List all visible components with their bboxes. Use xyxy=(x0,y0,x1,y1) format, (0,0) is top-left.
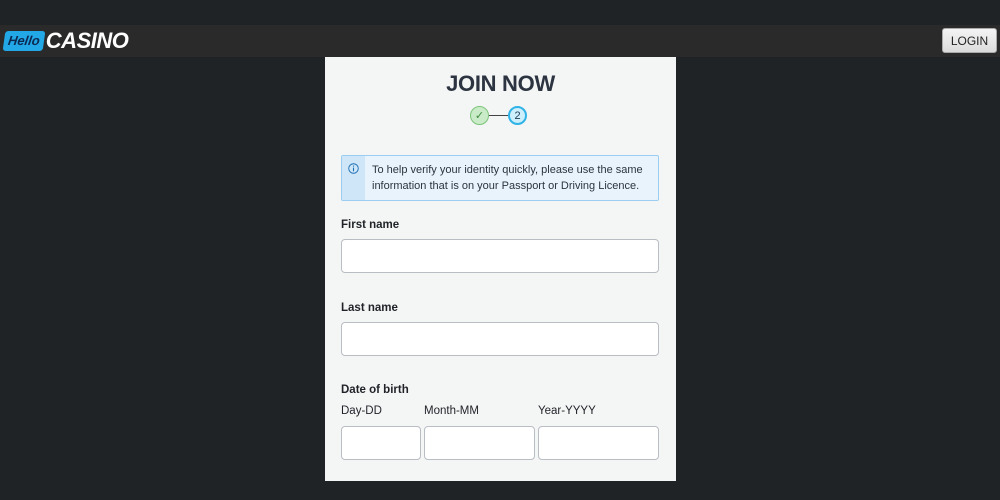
day-label: Day-DD xyxy=(341,405,382,417)
registration-stepper: ✓ 2 xyxy=(470,106,530,128)
first-name-input[interactable] xyxy=(341,239,659,273)
month-label: Month-MM xyxy=(424,405,479,417)
info-icon xyxy=(348,163,359,174)
last-name-label: Last name xyxy=(341,302,398,314)
info-message: To help verify your identity quickly, pl… xyxy=(372,164,643,192)
logo-casino-text: CASINO xyxy=(45,28,129,53)
year-label: Year-YYYY xyxy=(538,405,596,417)
date-of-birth-label: Date of birth xyxy=(341,384,409,396)
identity-info-notice: To help verify your identity quickly, pl… xyxy=(341,155,659,201)
page-title: JOIN NOW xyxy=(446,71,555,96)
first-name-label: First name xyxy=(341,219,400,231)
step-2-current: 2 xyxy=(508,106,527,125)
dob-month-input[interactable] xyxy=(424,426,535,460)
top-navigation-bar: Hello CASINO LOGIN xyxy=(0,25,1000,57)
logo-hello-text: Hello xyxy=(2,31,46,51)
dob-year-input[interactable] xyxy=(538,426,659,460)
login-button[interactable]: LOGIN xyxy=(942,28,997,53)
info-icon-container xyxy=(342,156,365,200)
dob-day-input[interactable] xyxy=(341,426,421,460)
stepper-connector xyxy=(489,115,508,116)
hello-casino-logo[interactable]: Hello CASINO xyxy=(2,28,129,53)
last-name-input[interactable] xyxy=(341,322,659,356)
join-now-panel: JOIN NOW ✓ 2 To help verify your identit… xyxy=(325,57,676,481)
step-1-completed-checkmark-icon: ✓ xyxy=(470,106,489,125)
